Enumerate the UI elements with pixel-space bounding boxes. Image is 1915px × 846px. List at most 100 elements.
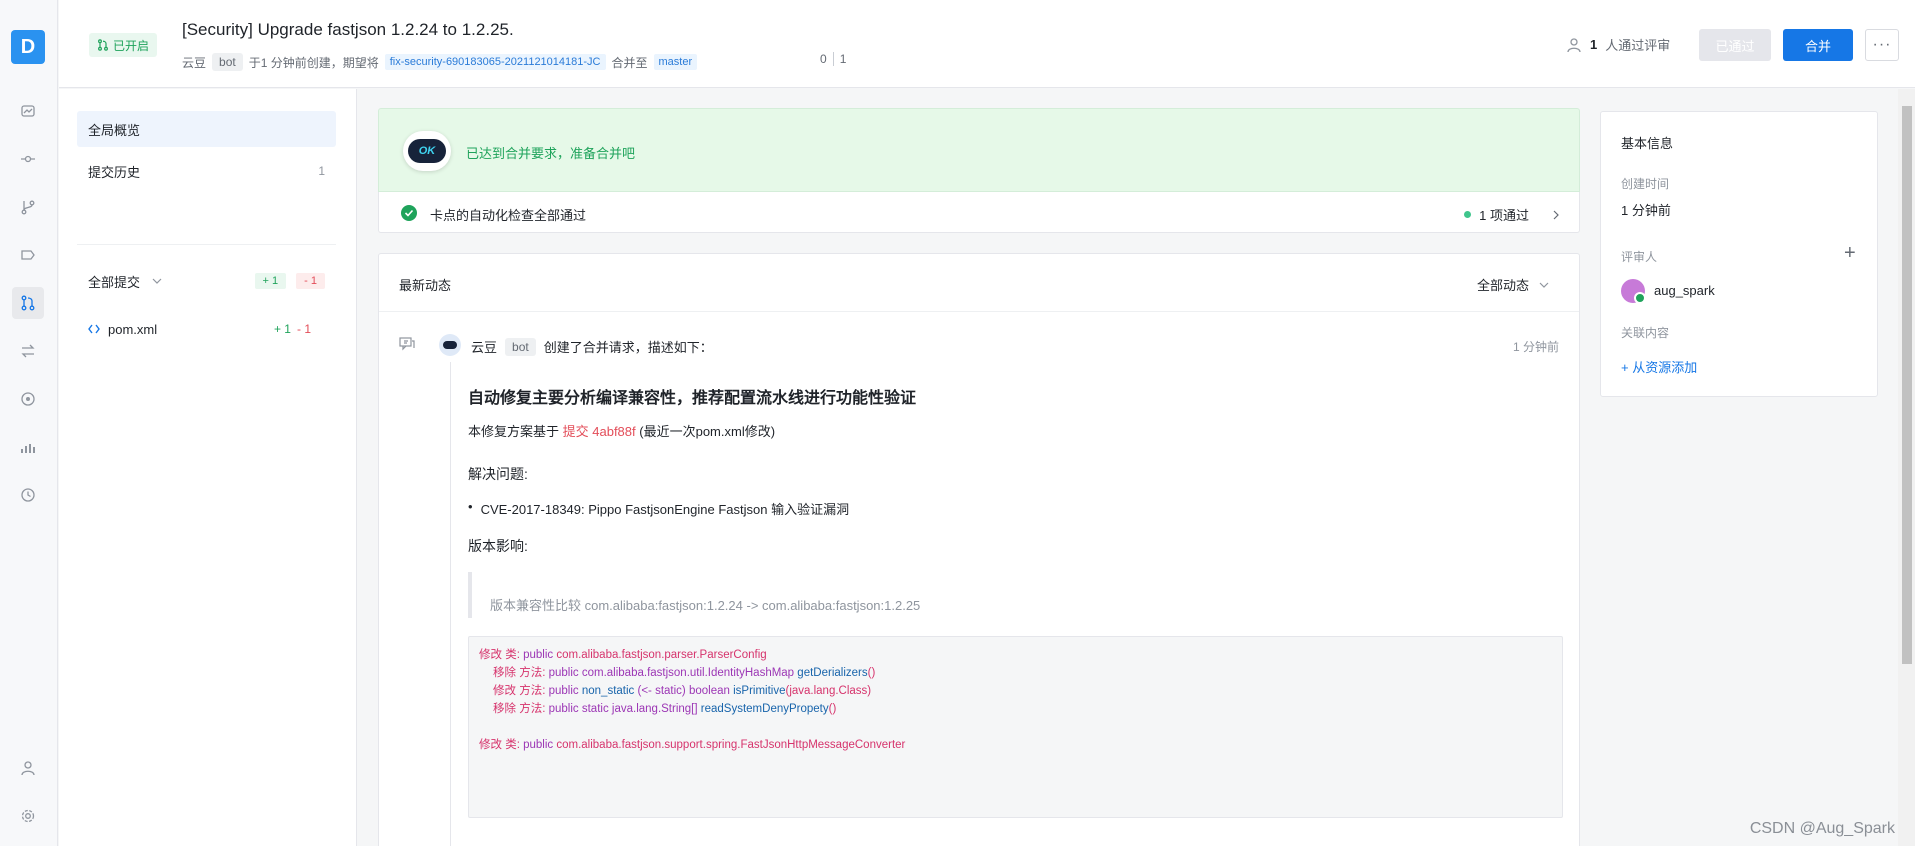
code-line: 修改 方法: public non_static (<- static) boo…: [493, 685, 872, 697]
author-name[interactable]: 云豆: [182, 54, 206, 71]
deletions-badge: - 1: [296, 273, 325, 289]
thread-line: [450, 362, 451, 846]
additions-badge: + 1: [254, 273, 287, 289]
merge-button[interactable]: 合并: [1783, 29, 1853, 61]
behind-count: 0: [820, 52, 827, 66]
info-panel: 基本信息 创建时间 1 分钟前 评审人 + aug_spark 关联内容 + 从…: [1600, 111, 1878, 397]
event-action: 创建了合并请求，描述如下：: [543, 340, 713, 355]
mr-nav-panel: 全局概览 提交历史 1 全部提交 + 1 - 1 pom.xml + 1 - 1: [59, 89, 357, 846]
ok-icon: OK: [403, 131, 451, 171]
status-badge: 已开启: [89, 33, 158, 57]
code-line: 移除 方法: public com.alibaba.fastjson.util.…: [493, 667, 876, 679]
compat-quote: 版本兼容性比较 com.alibaba:fastjson:1.2.24 -> c…: [468, 572, 1553, 618]
add-reviewer-icon[interactable]: +: [1844, 243, 1856, 263]
event-author[interactable]: 云豆: [471, 337, 497, 356]
review-summary: 1 人通过评审: [1566, 35, 1670, 54]
project-logo[interactable]: D: [11, 30, 45, 64]
file-item[interactable]: pom.xml + 1 - 1: [77, 311, 336, 347]
more-button[interactable]: ···: [1865, 29, 1899, 61]
checks-count-label: 1 项通过: [1479, 208, 1529, 223]
chart-icon[interactable]: [12, 431, 44, 463]
activity-filter[interactable]: 全部动态: [1477, 275, 1549, 294]
tag-icon[interactable]: [12, 239, 44, 271]
bot-tag: bot: [212, 53, 243, 71]
scrollbar-thumb[interactable]: [1902, 106, 1912, 664]
avatar[interactable]: [439, 334, 461, 356]
bot-tag: bot: [505, 337, 536, 356]
code-block: 修改 类: public com.alibaba.fastjson.parser…: [468, 636, 1563, 818]
description-basis: 本修复方案基于 提交 4abf88f (最近一次pom.xml修改): [468, 421, 775, 440]
commit-icon[interactable]: [12, 143, 44, 175]
description-heading: 自动修复主要分析编译兼容性，推荐配置流水线进行功能性验证: [468, 390, 917, 407]
nav-overview-label: 全局概览: [88, 122, 141, 138]
mr-header: 已开启 [Security] Upgrade fastjson 1.2.24 t…: [59, 0, 1915, 88]
activity-filter-label: 全部动态: [1476, 278, 1529, 293]
status-dot: [1464, 211, 1472, 218]
reviewer-count: 1: [1590, 37, 1598, 52]
deploy-icon[interactable]: [12, 383, 44, 415]
chevron-down-icon: [152, 278, 162, 284]
target-branch[interactable]: master: [653, 54, 698, 70]
list-item: • CVE-2017-18349: Pippo FastjsonEngine F…: [468, 499, 850, 517]
divider: [77, 244, 336, 245]
event-time: 1 分钟前: [1512, 340, 1559, 354]
merge-request-icon: [98, 39, 108, 51]
comment-icon: [399, 337, 415, 351]
code-line: 修改 类: public com.alibaba.fastjson.suppor…: [479, 739, 906, 751]
all-commits-dropdown[interactable]: 全部提交 + 1 - 1: [77, 263, 336, 299]
nav-commits[interactable]: 提交历史 1: [77, 153, 336, 189]
watermark: CSDN @Aug_Spark: [1749, 820, 1895, 837]
chevron-right-icon: [1553, 210, 1559, 219]
code-line: 移除 方法: public static java.lang.String[] …: [493, 703, 837, 715]
add-resource-link[interactable]: + 从资源添加: [1621, 357, 1697, 376]
merge-ready-banner: OK 已达到合并要求，准备合并吧: [378, 108, 1580, 192]
code-icon: [88, 324, 100, 334]
activity-header: 最新动态 全部动态: [379, 254, 1579, 312]
dashboard-icon[interactable]: [12, 95, 44, 127]
status-label: 已开启: [113, 38, 150, 53]
file-deletions: - 1: [296, 322, 311, 336]
merge-into-text: 合并至: [611, 55, 648, 70]
event-line: 云豆 bot 创建了合并请求，描述如下：: [471, 337, 713, 356]
checks-summary[interactable]: 卡点的自动化检查全部通过 1 项通过: [378, 192, 1580, 233]
branch-icon[interactable]: [12, 191, 44, 223]
file-additions: + 1: [273, 322, 291, 336]
compare-icon[interactable]: [12, 335, 44, 367]
user-icon[interactable]: [12, 752, 44, 784]
file-name: pom.xml: [108, 321, 158, 337]
checks-message: 卡点的自动化检查全部通过: [430, 208, 587, 223]
activity-panel: 最新动态 全部动态 云豆 bot 创建了合并请求，描述如下： 1 分钟前 自动修…: [378, 253, 1580, 846]
history-icon[interactable]: [12, 479, 44, 511]
gear-icon[interactable]: [12, 800, 44, 832]
mr-meta: 云豆 bot 于1 分钟前创建，期望将 fix-security-6901830…: [182, 53, 698, 71]
created-label: 创建时间: [1621, 177, 1670, 191]
activity-title: 最新动态: [399, 278, 452, 293]
created-text: 于1 分钟前创建，期望将: [248, 55, 379, 70]
reviewer-name[interactable]: aug_spark: [1654, 283, 1715, 298]
reviewer-icon: [1567, 37, 1581, 52]
nav-overview[interactable]: 全局概览: [77, 111, 336, 147]
nav-commits-label: 提交历史: [88, 164, 141, 180]
approved-check-icon: [1634, 292, 1646, 304]
info-title: 基本信息: [1621, 136, 1674, 151]
basis-suffix: (最近一次pom.xml修改): [639, 424, 776, 439]
checks-count[interactable]: 1 项通过: [1464, 205, 1561, 224]
page-title: [Security] Upgrade fastjson 1.2.24 to 1.…: [182, 20, 514, 39]
basis-prefix: 本修复方案基于: [468, 424, 560, 439]
ahead-count: 1: [839, 52, 847, 66]
issues-title: 解决问题:: [468, 466, 528, 482]
reviewer-text: 人通过评审: [1605, 38, 1671, 53]
chevron-down-icon: [1539, 282, 1549, 288]
approved-button[interactable]: 已通过: [1699, 29, 1771, 61]
all-commits-label: 全部提交: [88, 274, 141, 290]
merge-request-icon[interactable]: [12, 287, 44, 319]
related-label: 关联内容: [1621, 326, 1670, 340]
created-value: 1 分钟前: [1621, 203, 1671, 218]
nav-commits-count: 1: [318, 164, 325, 178]
source-branch[interactable]: fix-security-690183065-2021121014181-JC: [384, 54, 606, 70]
code-line: 修改 类: public com.alibaba.fastjson.parser…: [479, 649, 767, 661]
ok-text: OK: [408, 139, 446, 163]
commit-link[interactable]: 提交 4abf88f: [563, 424, 636, 439]
commit-divergence: 0 1: [820, 52, 846, 66]
check-circle-icon: [401, 205, 417, 221]
